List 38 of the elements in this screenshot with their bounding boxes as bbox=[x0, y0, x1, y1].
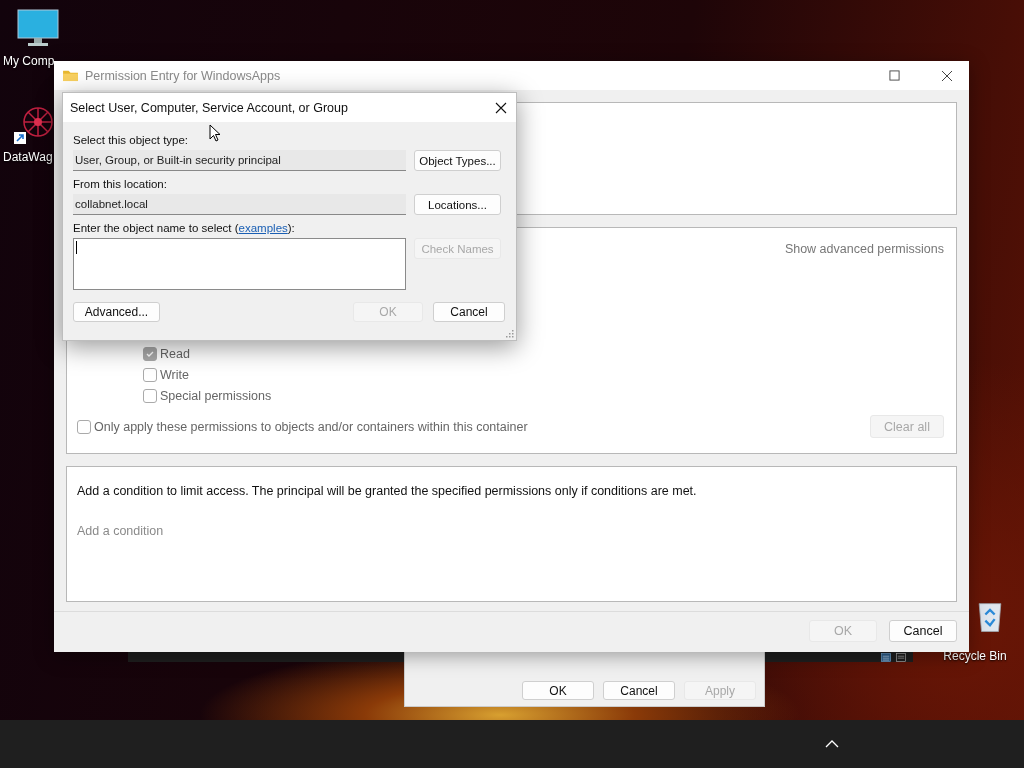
dialog-title: Select User, Computer, Service Account, or Group bbox=[70, 100, 348, 115]
maximize-icon[interactable] bbox=[889, 70, 900, 81]
button[interactable]: OK bbox=[522, 681, 594, 700]
details-view-icon[interactable] bbox=[880, 652, 892, 662]
button[interactable]: Cancel bbox=[433, 302, 505, 322]
button[interactable]: Advanced... bbox=[73, 302, 160, 322]
link[interactable]: Add a condition bbox=[77, 524, 164, 538]
field-label: Enter the object name to select (examples): bbox=[73, 221, 296, 236]
resize-grip-icon[interactable] bbox=[506, 330, 514, 338]
checkbox-label: Special permissions bbox=[160, 388, 272, 403]
readonly-field: User, Group, or Built-in security principal bbox=[73, 150, 406, 171]
folder-icon bbox=[62, 69, 79, 82]
button[interactable]: Cancel bbox=[603, 681, 675, 700]
button[interactable]: Cancel bbox=[889, 620, 957, 642]
examples-link[interactable]: examples bbox=[238, 222, 288, 234]
checkbox[interactable] bbox=[77, 419, 91, 434]
mouse-cursor-icon bbox=[209, 124, 221, 142]
button[interactable]: Object Types... bbox=[414, 150, 501, 171]
checkbox[interactable] bbox=[143, 388, 157, 403]
close-icon[interactable] bbox=[941, 69, 953, 82]
tiles-view-icon[interactable] bbox=[895, 652, 907, 662]
readonly-field: collabnet.local bbox=[73, 194, 406, 215]
checkbox-label: Write bbox=[160, 367, 189, 382]
checkbox[interactable] bbox=[143, 367, 157, 382]
description-text: Add a condition to limit access. The principal will be granted the specified permissions only if conditions are met. bbox=[77, 484, 698, 498]
checkbox-label: Only apply these permissions to objects and/or containers within this container bbox=[94, 419, 528, 434]
link[interactable]: Show advanced permissions bbox=[784, 242, 944, 256]
field-label: From this location: bbox=[73, 177, 168, 192]
icon-label: My Comp bbox=[2, 53, 56, 70]
name-input-field[interactable] bbox=[73, 238, 406, 290]
field-label: Select this object type: bbox=[73, 133, 190, 148]
button[interactable]: Locations... bbox=[414, 194, 501, 215]
checkbox-label: Read bbox=[160, 346, 190, 361]
window-title: Permission Entry for WindowsApps bbox=[85, 68, 281, 83]
close-icon[interactable] bbox=[495, 101, 507, 114]
checkbox[interactable] bbox=[143, 346, 157, 361]
icon-label: DataWag bbox=[2, 149, 54, 166]
chevron-up-icon[interactable] bbox=[825, 740, 839, 748]
